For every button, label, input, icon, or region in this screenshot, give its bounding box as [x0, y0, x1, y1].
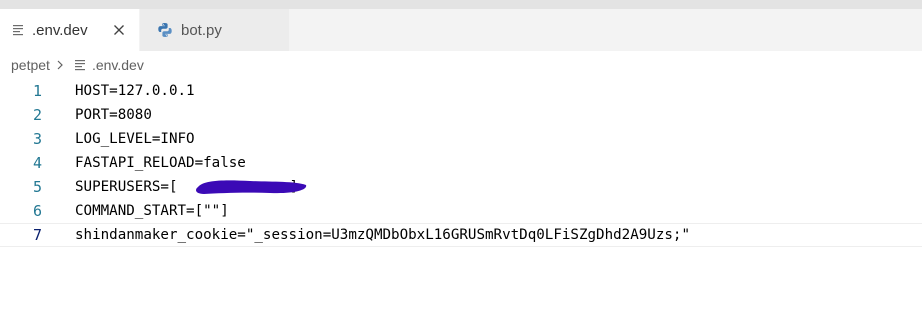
tab-label: bot.py [181, 21, 222, 39]
code-line[interactable]: 4 FASTAPI_RELOAD=false [0, 151, 922, 175]
breadcrumb: petpet .env.dev [0, 54, 144, 76]
close-icon[interactable] [109, 20, 129, 40]
line-text[interactable]: shindanmaker_cookie="_session=U3mzQMDbOb… [75, 227, 690, 243]
python-icon [157, 22, 173, 38]
breadcrumb-folder[interactable]: petpet [11, 57, 50, 73]
code-editor[interactable]: 1 HOST=127.0.0.1 2 PORT=8080 3 LOG_LEVEL… [0, 79, 922, 247]
line-text[interactable]: HOST=127.0.0.1 [75, 83, 195, 99]
superusers-close-bracket: ] [289, 179, 299, 195]
editor-tab-bar: .env.dev bot.py [0, 9, 922, 51]
line-number: 5 [32, 178, 42, 196]
line-number: 3 [32, 130, 42, 148]
line-number: 1 [32, 82, 42, 100]
line-text[interactable]: COMMAND_START=[""] [75, 203, 229, 219]
chevron-right-icon [56, 59, 64, 71]
line-text[interactable]: SUPERUSERS=[] [75, 179, 298, 195]
lines-file-icon [10, 22, 26, 38]
line-number: 4 [32, 154, 42, 172]
window-top-strip [0, 0, 922, 9]
tab-bot-py[interactable]: bot.py [140, 9, 289, 51]
superusers-key: SUPERUSERS=[ [75, 179, 178, 195]
line-text[interactable]: LOG_LEVEL=INFO [75, 131, 195, 147]
code-line[interactable]: 1 HOST=127.0.0.1 [0, 79, 922, 103]
tab-env-dev[interactable]: .env.dev [0, 9, 139, 51]
current-code-line[interactable]: 7 shindanmaker_cookie="_session=U3mzQMDb… [0, 223, 922, 247]
line-number: 2 [32, 106, 42, 124]
line-number: 7 [32, 226, 42, 244]
lines-file-icon [74, 59, 86, 71]
code-line[interactable]: 5 SUPERUSERS=[] [0, 175, 922, 199]
line-number: 6 [32, 202, 42, 220]
tab-label: .env.dev [32, 21, 88, 39]
code-line[interactable]: 6 COMMAND_START=[""] [0, 199, 922, 223]
line-text[interactable]: PORT=8080 [75, 107, 152, 123]
breadcrumb-file[interactable]: .env.dev [92, 57, 144, 73]
code-line[interactable]: 2 PORT=8080 [0, 103, 922, 127]
code-line[interactable]: 3 LOG_LEVEL=INFO [0, 127, 922, 151]
line-text[interactable]: FASTAPI_RELOAD=false [75, 155, 246, 171]
